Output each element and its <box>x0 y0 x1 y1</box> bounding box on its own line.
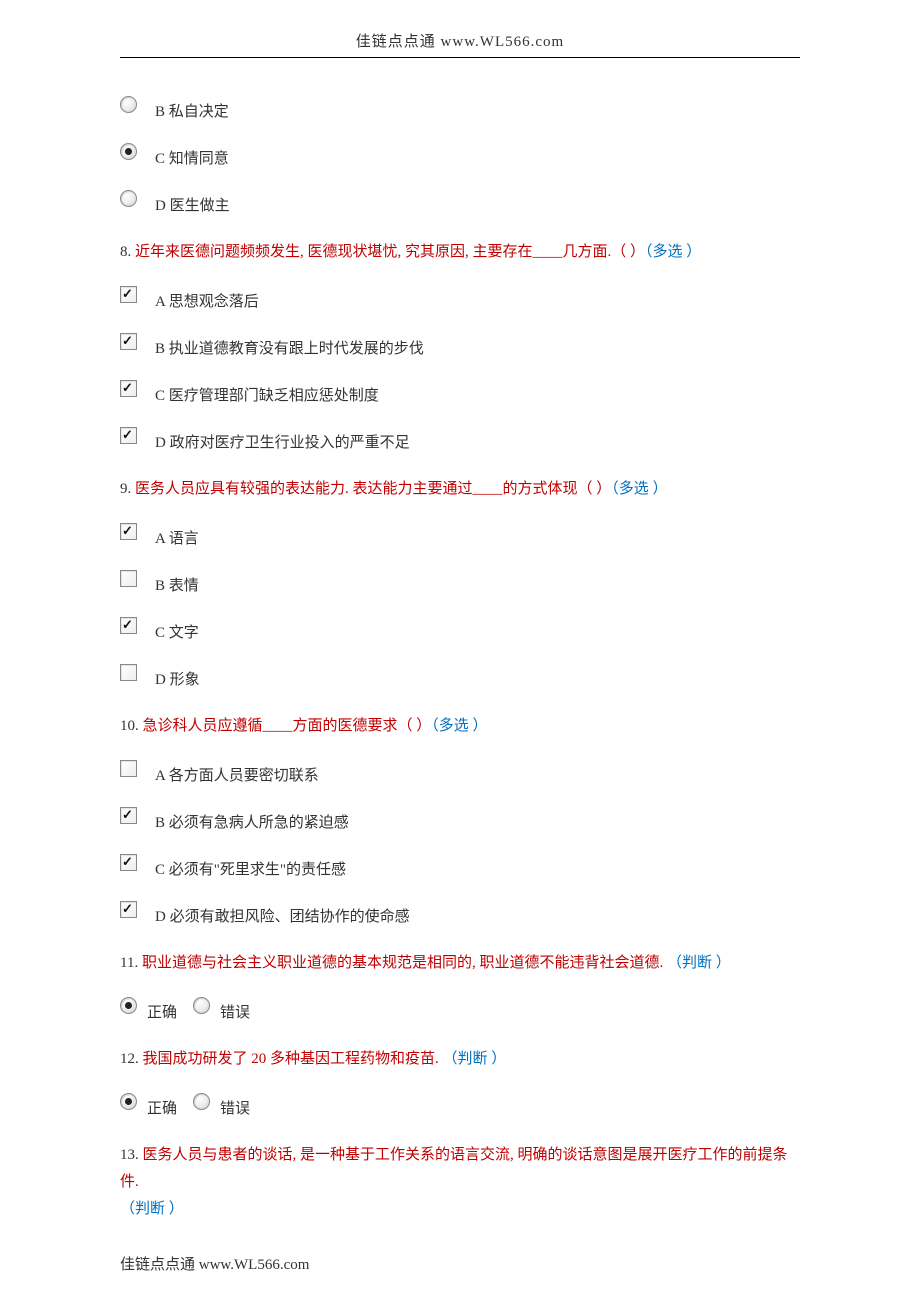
true-label: 正确 <box>147 1001 177 1022</box>
question-text: 急诊科人员应遵循____方面的医德要求（ ） <box>143 718 432 734</box>
q9-option-c[interactable]: C 文字 <box>120 619 800 640</box>
radio-icon[interactable] <box>120 1093 137 1110</box>
page-footer: 佳链点点通 www.WL566.com <box>120 1253 800 1274</box>
option-label: B 表情 <box>155 574 199 595</box>
q8-option-b[interactable]: B 执业道德教育没有跟上时代发展的步伐 <box>120 335 800 356</box>
question-number: 13. <box>120 1147 143 1163</box>
question-text: 我国成功研发了 20 多种基因工程药物和疫苗. <box>143 1051 443 1067</box>
false-label: 错误 <box>220 1097 250 1118</box>
radio-icon <box>120 143 137 160</box>
option-label: A 思想观念落后 <box>155 290 259 311</box>
q11-options: 正确 错误 <box>120 999 800 1020</box>
option-label: A 语言 <box>155 527 199 548</box>
q10-option-a[interactable]: A 各方面人员要密切联系 <box>120 762 800 783</box>
option-label: D 形象 <box>155 668 200 689</box>
q8-option-a[interactable]: A 思想观念落后 <box>120 288 800 309</box>
false-label: 错误 <box>220 1001 250 1022</box>
q10-option-b[interactable]: B 必须有急病人所急的紧迫感 <box>120 809 800 830</box>
question-number: 9. <box>120 481 135 497</box>
checkbox-icon <box>120 664 137 681</box>
question-tag: （多选 ） <box>431 718 487 734</box>
question-8: 8. 近年来医德问题频频发生, 医德现状堪忧, 究其原因, 主要存在____几方… <box>120 239 800 266</box>
q9-option-a[interactable]: A 语言 <box>120 525 800 546</box>
question-text: 医务人员与患者的谈话, 是一种基于工作关系的语言交流, 明确的谈话意图是展开医疗… <box>120 1147 788 1190</box>
option-label: A 各方面人员要密切联系 <box>155 764 319 785</box>
question-10: 10. 急诊科人员应遵循____方面的医德要求（ ）（多选 ） <box>120 713 800 740</box>
checkbox-icon <box>120 333 137 350</box>
checkbox-icon <box>120 286 137 303</box>
checkbox-icon <box>120 854 137 871</box>
question-tag: （判断 ） <box>120 1201 184 1217</box>
radio-icon[interactable] <box>193 1093 210 1110</box>
question-number: 10. <box>120 718 143 734</box>
q7-option-d[interactable]: D 医生做主 <box>120 192 800 213</box>
q9-option-d[interactable]: D 形象 <box>120 666 800 687</box>
checkbox-icon <box>120 427 137 444</box>
radio-icon <box>120 96 137 113</box>
page-container: 佳链点点通 www.WL566.com B 私自决定 C 知情同意 D 医生做主… <box>0 0 920 1314</box>
option-label: D 政府对医疗卫生行业投入的严重不足 <box>155 431 410 452</box>
question-tag: （多选 ） <box>645 244 701 260</box>
option-label: B 必须有急病人所急的紧迫感 <box>155 811 349 832</box>
question-text: 医务人员应具有较强的表达能力. 表达能力主要通过____的方式体现（ ） <box>135 481 611 497</box>
q12-options: 正确 错误 <box>120 1095 800 1116</box>
radio-icon[interactable] <box>193 997 210 1014</box>
page-header: 佳链点点通 www.WL566.com <box>120 30 800 58</box>
option-label: D 必须有敢担风险、团结协作的使命感 <box>155 905 410 926</box>
q7-option-b[interactable]: B 私自决定 <box>120 98 800 119</box>
checkbox-icon <box>120 760 137 777</box>
question-number: 8. <box>120 244 135 260</box>
question-tag: （多选 ） <box>611 481 667 497</box>
checkbox-icon <box>120 570 137 587</box>
radio-icon[interactable] <box>120 997 137 1014</box>
option-label: B 执业道德教育没有跟上时代发展的步伐 <box>155 337 424 358</box>
checkbox-icon <box>120 807 137 824</box>
checkbox-icon <box>120 523 137 540</box>
question-text: 近年来医德问题频频发生, 医德现状堪忧, 究其原因, 主要存在____几方面.（… <box>135 244 645 260</box>
question-9: 9. 医务人员应具有较强的表达能力. 表达能力主要通过____的方式体现（ ）（… <box>120 476 800 503</box>
q7-option-c[interactable]: C 知情同意 <box>120 145 800 166</box>
q8-option-d[interactable]: D 政府对医疗卫生行业投入的严重不足 <box>120 429 800 450</box>
option-label: C 必须有"死里求生"的责任感 <box>155 858 346 879</box>
question-tag: （判断 ） <box>443 1051 507 1067</box>
radio-icon <box>120 190 137 207</box>
option-label: C 医疗管理部门缺乏相应惩处制度 <box>155 384 379 405</box>
q9-option-b[interactable]: B 表情 <box>120 572 800 593</box>
option-label: B 私自决定 <box>155 100 229 121</box>
option-label: C 文字 <box>155 621 199 642</box>
q8-option-c[interactable]: C 医疗管理部门缺乏相应惩处制度 <box>120 382 800 403</box>
question-number: 11. <box>120 955 142 971</box>
question-11: 11. 职业道德与社会主义职业道德的基本规范是相同的, 职业道德不能违背社会道德… <box>120 950 800 977</box>
question-number: 12. <box>120 1051 143 1067</box>
question-12: 12. 我国成功研发了 20 多种基因工程药物和疫苗. （判断 ） <box>120 1046 800 1073</box>
question-tag: （判断 ） <box>667 955 731 971</box>
q10-option-c[interactable]: C 必须有"死里求生"的责任感 <box>120 856 800 877</box>
checkbox-icon <box>120 380 137 397</box>
checkbox-icon <box>120 901 137 918</box>
question-13: 13. 医务人员与患者的谈话, 是一种基于工作关系的语言交流, 明确的谈话意图是… <box>120 1142 800 1223</box>
checkbox-icon <box>120 617 137 634</box>
option-label: D 医生做主 <box>155 194 230 215</box>
q10-option-d[interactable]: D 必须有敢担风险、团结协作的使命感 <box>120 903 800 924</box>
option-label: C 知情同意 <box>155 147 229 168</box>
question-text: 职业道德与社会主义职业道德的基本规范是相同的, 职业道德不能违背社会道德. <box>142 955 667 971</box>
true-label: 正确 <box>147 1097 177 1118</box>
